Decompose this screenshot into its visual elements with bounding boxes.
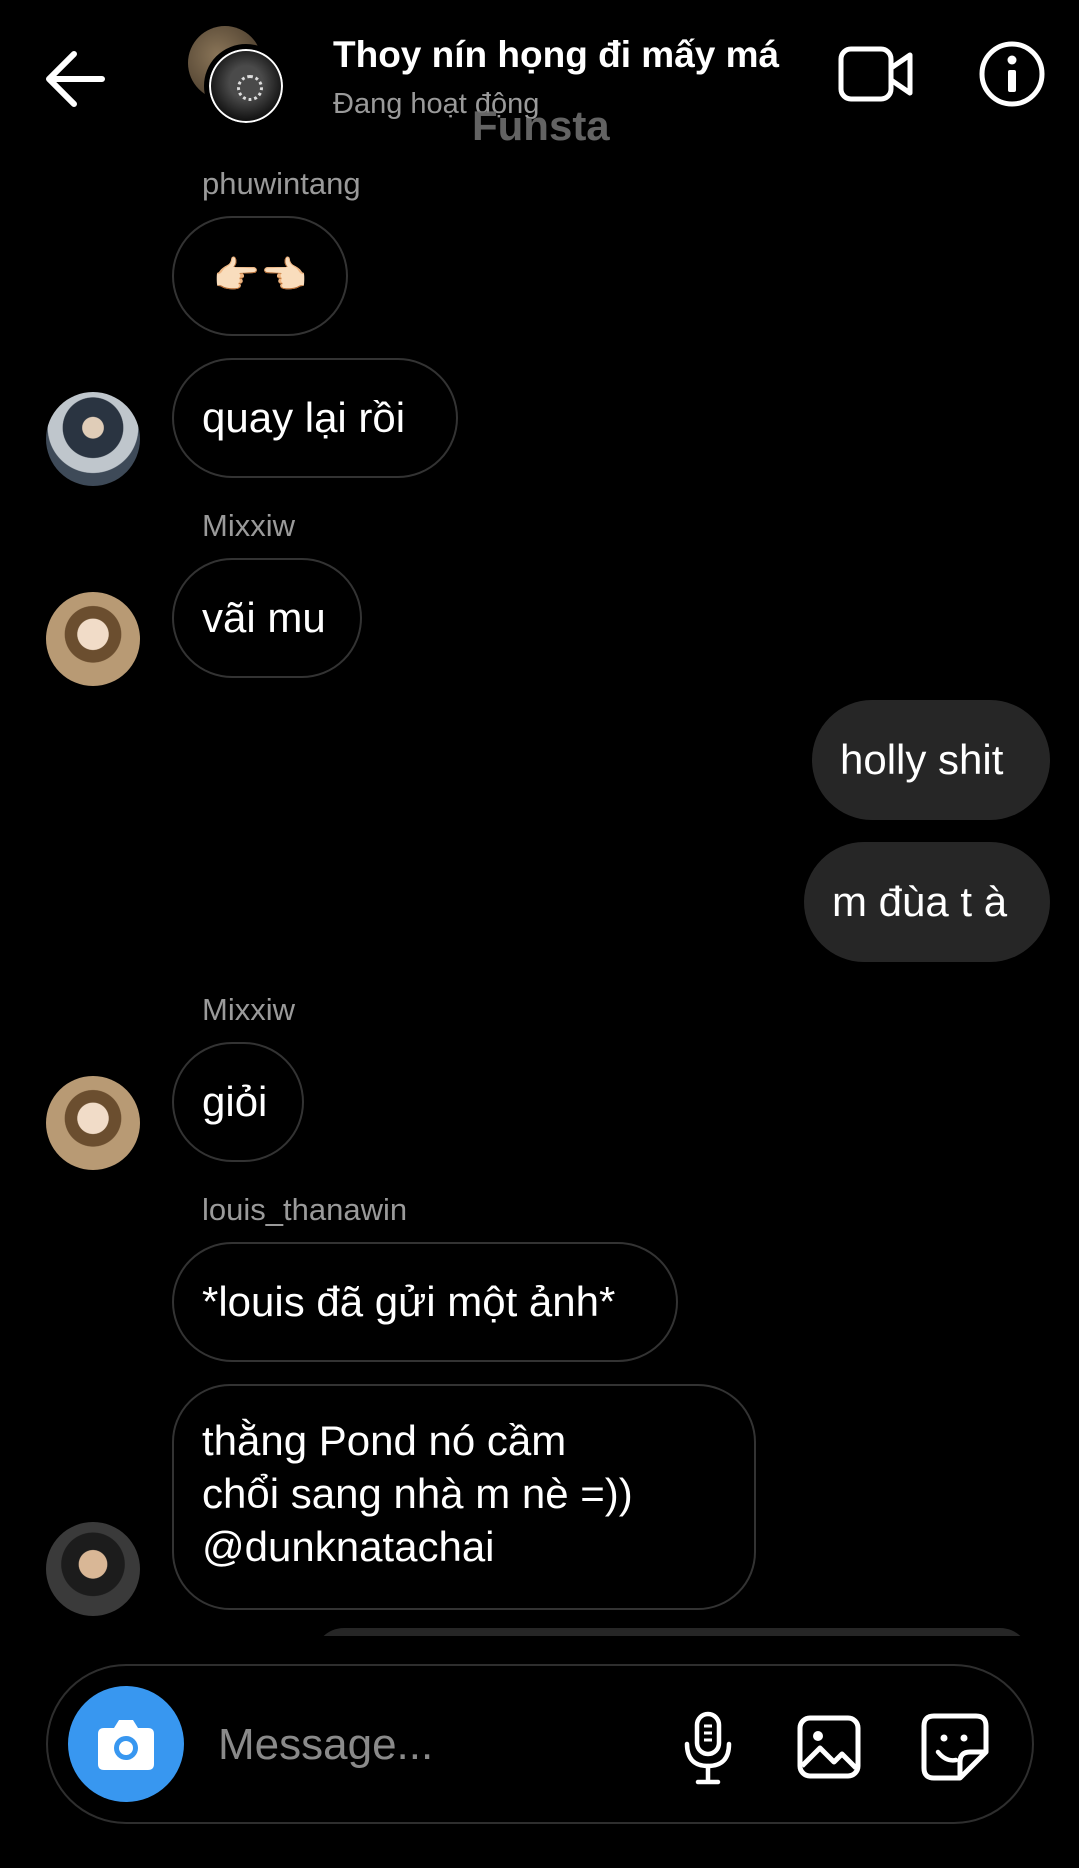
avatar-mixxiw[interactable] <box>46 592 140 686</box>
message-bubble[interactable]: vãi mu <box>172 558 362 678</box>
own-message-bubble[interactable]: m đùa t à <box>804 842 1050 962</box>
camera-icon <box>98 1720 154 1770</box>
message-line: chổi sang nhà m nè =)) <box>202 1470 633 1517</box>
sender-name: Mixxiw <box>202 508 295 543</box>
message-composer <box>46 1664 1034 1824</box>
chat-header: Thoy nín họng đi mấy má Đang hoạt động F… <box>0 0 1079 160</box>
message-input[interactable] <box>218 1710 638 1780</box>
video-call-icon[interactable] <box>838 44 914 104</box>
sender-name: phuwintang <box>202 166 361 201</box>
info-icon[interactable] <box>978 40 1046 108</box>
message-line: @dunknatachai <box>202 1523 495 1570</box>
message-bubble[interactable]: thằng Pond nó cầm chổi sang nhà m nè =))… <box>172 1384 756 1610</box>
avatar-mixxiw[interactable] <box>46 1076 140 1170</box>
microphone-icon[interactable] <box>678 1710 738 1786</box>
group-avatar-front <box>204 44 288 128</box>
message-bubble[interactable]: 👉🏻👈🏻 <box>172 216 348 336</box>
camera-button[interactable] <box>68 1686 184 1802</box>
own-message-bubble[interactable]: holly shit <box>812 700 1050 820</box>
partially-visible-bubble <box>314 1628 1030 1636</box>
message-bubble[interactable]: *louis đã gửi một ảnh* <box>172 1242 678 1362</box>
sticker-icon[interactable] <box>920 1712 990 1782</box>
avatar-phuwintang[interactable] <box>46 392 140 486</box>
message-line: thằng Pond nó cầm <box>202 1417 567 1464</box>
sender-name: Mixxiw <box>202 992 295 1027</box>
message-bubble[interactable]: giỏi <box>172 1042 304 1162</box>
back-arrow-icon[interactable] <box>44 50 106 108</box>
sender-name: louis_thanawin <box>202 1192 408 1227</box>
gallery-icon[interactable] <box>796 1714 862 1780</box>
chat-title[interactable]: Thoy nín họng đi mấy má <box>333 34 779 76</box>
avatar-louis-thanawin[interactable] <box>46 1522 140 1616</box>
watermark: Funsta <box>472 102 610 149</box>
group-avatar[interactable] <box>188 26 292 130</box>
message-bubble[interactable]: quay lại rồi <box>172 358 458 478</box>
